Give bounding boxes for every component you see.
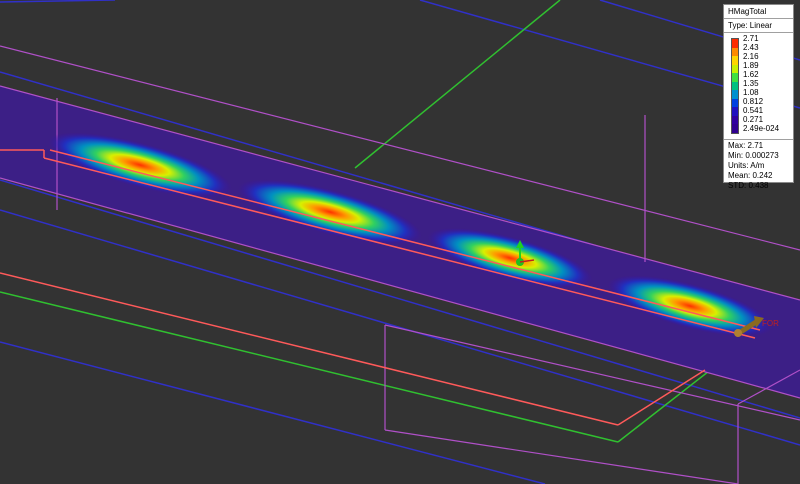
legend-color-segment <box>732 39 738 48</box>
legend-tick-label: 0.812 <box>743 97 764 106</box>
legend-tick-label: 2.16 <box>743 52 759 61</box>
legend-tick-label: 1.89 <box>743 61 759 70</box>
field-legend[interactable]: HMagTotal Type: Linear 2.71 2.43 2.16 1.89 1… <box>723 4 794 190</box>
legend-tick-label: 2.43 <box>743 43 759 52</box>
legend-tick-label: 1.35 <box>743 79 759 88</box>
stat-max: Max: 2.71 <box>728 141 764 150</box>
legend-tick-label: 0.541 <box>743 106 764 115</box>
stat-min: Min: 0.000273 <box>728 151 779 160</box>
legend-title: HMagTotal <box>724 5 793 19</box>
port-label: FOR <box>762 319 779 328</box>
legend-color-segment <box>732 64 738 74</box>
stat-units: Units: A/m <box>728 161 765 170</box>
legend-color-segment <box>732 90 738 99</box>
legend-tick-label: 1.08 <box>743 88 759 97</box>
legend-color-segment <box>732 107 738 116</box>
stat-std: STD: 0.438 <box>728 181 769 190</box>
legend-color-segment <box>732 98 738 108</box>
legend-color-segment <box>732 124 738 133</box>
legend-color-segment <box>732 56 738 65</box>
legend-tick-list: 2.71 2.43 2.16 1.89 1.62 1.35 1.08 0.812 0.541 0.… <box>743 34 793 138</box>
legend-tick-label: 2.49e-024 <box>743 124 780 133</box>
legend-color-segment <box>732 47 738 57</box>
legend-tick-label: 2.71 <box>743 34 759 43</box>
stat-mean: Mean: 0.242 <box>728 171 773 180</box>
legend-color-segment <box>732 115 738 125</box>
legend-tick-label: 0.271 <box>743 115 764 124</box>
3d-viewport[interactable]: FOR <box>0 0 800 484</box>
legend-stats: Max: 2.71 Min: 0.000273 Units: A/m Mean:… <box>728 141 779 191</box>
legend-tick-label: 1.62 <box>743 70 759 79</box>
legend-scale: 2.71 2.43 2.16 1.89 1.62 1.35 1.08 0.812 0.541 0.… <box>724 33 793 140</box>
legend-color-segment <box>732 73 738 82</box>
legend-color-segment <box>732 81 738 91</box>
legend-scale-type[interactable]: Type: Linear <box>724 19 793 33</box>
legend-colorbar <box>731 38 739 134</box>
